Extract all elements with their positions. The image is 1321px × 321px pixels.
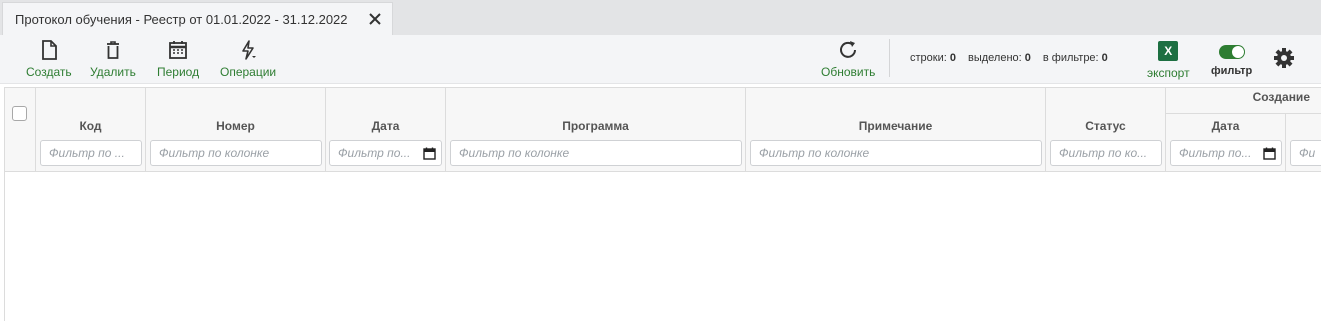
column-program[interactable]: Программа Фильтр по колонке	[446, 88, 746, 172]
operations-button[interactable]: Операции	[220, 39, 276, 81]
tab-bar: Протокол обучения - Реестр от 01.01.2022…	[0, 0, 1321, 35]
filter-toggle[interactable]: фильтр	[1211, 41, 1252, 83]
refresh-label: Обновить	[821, 65, 876, 79]
trash-icon	[106, 41, 119, 59]
period-button[interactable]: Период	[157, 39, 199, 81]
select-all-checkbox[interactable]	[12, 106, 27, 121]
calendar-icon	[169, 41, 187, 59]
column-date[interactable]: Дата Фильтр по...	[326, 88, 446, 172]
grid-header: Код Фильтр по ... Номер Фильтр по колонк…	[5, 88, 1321, 172]
gear-icon	[1274, 48, 1294, 68]
excel-icon: X	[1158, 41, 1179, 61]
data-grid: Код Фильтр по ... Номер Фильтр по колонк…	[4, 87, 1321, 321]
filter-code-input[interactable]: Фильтр по ...	[40, 140, 142, 166]
stats-bar: строки: 0 выделено: 0 в фильтре: 0	[910, 52, 1108, 64]
close-icon[interactable]	[368, 12, 382, 26]
column-title: Статус	[1085, 119, 1126, 133]
filter-toggle-switch[interactable]	[1218, 45, 1245, 59]
column-title: Дата	[371, 119, 400, 133]
column-group-creation: Создание	[1166, 88, 1321, 114]
column-number[interactable]: Номер Фильтр по колонке	[146, 88, 326, 172]
column-title: Примечание	[858, 119, 933, 133]
column-created-date[interactable]: Дата Фильтр по...	[1166, 114, 1286, 172]
tab-training-protocol[interactable]: Протокол обучения - Реестр от 01.01.2022…	[2, 2, 393, 35]
operations-label: Операции	[220, 65, 277, 79]
tab-title: Протокол обучения - Реестр от 01.01.2022…	[15, 11, 348, 27]
filtered-count: в фильтре: 0	[1042, 52, 1108, 64]
settings-button[interactable]	[1273, 47, 1295, 89]
column-note[interactable]: Примечание Фильтр по колонке	[746, 88, 1046, 172]
create-button[interactable]: Создать	[26, 39, 72, 81]
new-document-icon	[41, 40, 57, 60]
column-title: Номер	[216, 119, 255, 133]
period-label: Период	[157, 65, 200, 79]
filter-date-input[interactable]: Фильтр по...	[329, 140, 442, 166]
column-group-title: Создание	[1252, 90, 1310, 104]
column-title: Дата	[1211, 119, 1240, 133]
select-all-column	[5, 88, 36, 172]
delete-label: Удалить	[90, 65, 136, 79]
column-title: Код	[79, 119, 102, 133]
toolbar-divider	[889, 39, 890, 77]
export-label: экспорт	[1147, 66, 1190, 80]
column-status[interactable]: Статус Фильтр по ко...	[1046, 88, 1166, 172]
column-created-next[interactable]: Фи	[1286, 114, 1321, 172]
lightning-icon	[242, 40, 257, 60]
filter-note-input[interactable]: Фильтр по колонке	[750, 140, 1042, 166]
toolbar: Создать Удалить Период Операции Обновить	[0, 35, 1321, 84]
column-title: Программа	[562, 119, 629, 133]
filter-created-next-input[interactable]: Фи	[1290, 140, 1321, 166]
filter-program-input[interactable]: Фильтр по колонке	[450, 140, 742, 166]
filter-label: фильтр	[1211, 65, 1253, 77]
refresh-button[interactable]: Обновить	[821, 39, 875, 81]
filter-created-date-input[interactable]: Фильтр по...	[1170, 140, 1282, 166]
refresh-icon	[840, 41, 857, 58]
calendar-icon[interactable]	[1263, 147, 1276, 160]
delete-button[interactable]: Удалить	[90, 39, 136, 81]
export-button[interactable]: X экспорт	[1147, 41, 1190, 83]
filter-number-input[interactable]: Фильтр по колонке	[150, 140, 322, 166]
create-label: Создать	[26, 65, 72, 79]
selected-count: выделено: 0	[967, 52, 1031, 64]
calendar-icon[interactable]	[423, 147, 436, 160]
column-code[interactable]: Код Фильтр по ...	[36, 88, 146, 172]
filter-status-input[interactable]: Фильтр по ко...	[1050, 140, 1162, 166]
rows-count: строки: 0	[910, 52, 956, 64]
